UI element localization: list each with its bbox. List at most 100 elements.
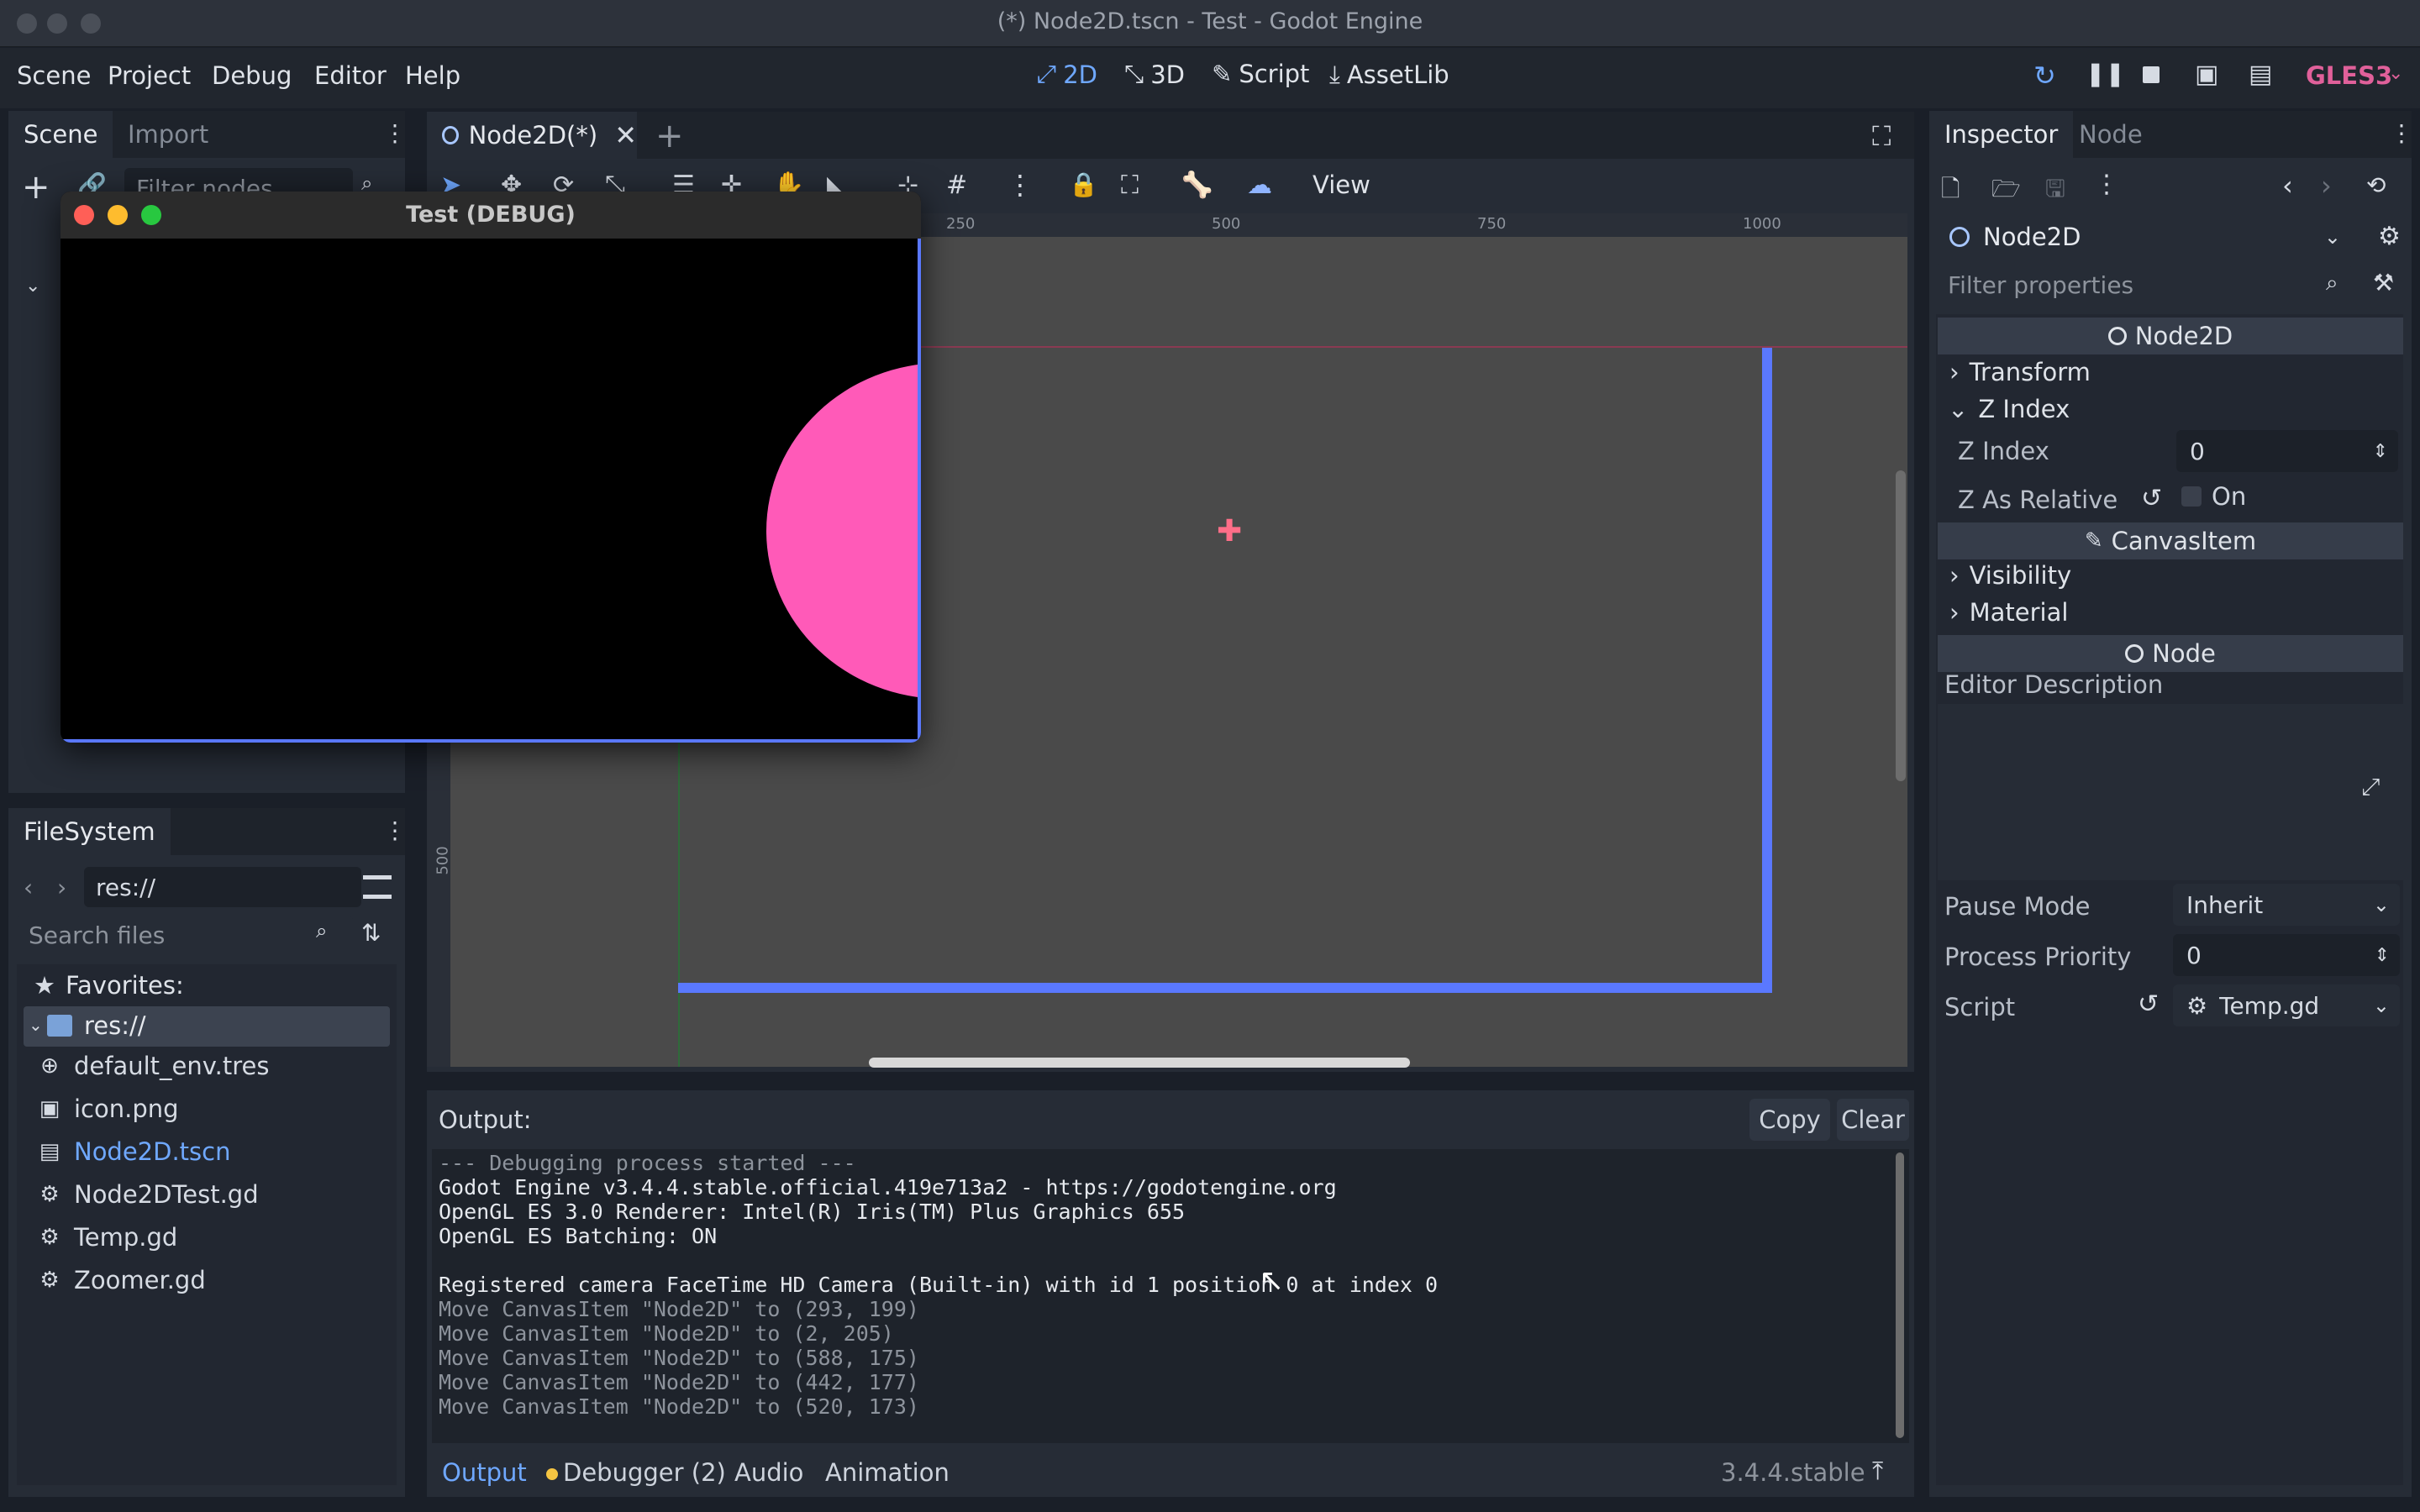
open-folder-icon[interactable]: 🗁 — [1991, 171, 2021, 212]
horizontal-scrollbar[interactable] — [869, 1058, 1410, 1068]
tab-import[interactable]: Import — [113, 111, 224, 158]
tab-audio[interactable]: Audio — [734, 1458, 803, 1487]
path-field[interactable]: res:// — [84, 867, 361, 907]
more-vertical-icon[interactable]: ⋮ — [383, 119, 407, 147]
script-select[interactable]: ⚙ Temp.gd ⌄ — [2173, 984, 2400, 1026]
tab-inspector[interactable]: Inspector — [1929, 111, 2074, 158]
visibility-group[interactable]: › Visibility — [1949, 561, 2071, 590]
pause-mode-select[interactable]: Inherit ⌄ — [2173, 884, 2400, 926]
add-tab-icon[interactable]: + — [655, 117, 684, 155]
material-group[interactable]: › Material — [1949, 598, 2068, 627]
file-item[interactable]: ⚙ Temp.gd — [37, 1223, 177, 1252]
mode-2d-button[interactable]: ⤢ 2D — [1037, 60, 1097, 89]
camera-override-icon[interactable]: ☁ — [1247, 171, 1272, 200]
z-index-spinbox[interactable]: 0 ⇕ — [2176, 430, 2398, 472]
pause-icon[interactable]: ❚❚ — [2086, 60, 2125, 87]
tab-filesystem[interactable]: FileSystem — [8, 808, 171, 855]
z-index-group[interactable]: ⌄ Z Index — [1948, 395, 2070, 423]
mode-script-button[interactable]: ✎ Script — [1212, 60, 1309, 88]
menu-editor[interactable]: Editor — [314, 61, 387, 90]
editor-description-textarea[interactable] — [1938, 704, 2344, 880]
tools-icon[interactable]: ⚒ — [2373, 269, 2394, 297]
menu-project[interactable]: Project — [108, 61, 191, 90]
more-vertical-icon[interactable]: ⋮ — [383, 816, 407, 844]
file-item[interactable]: ▣ icon.png — [37, 1095, 179, 1123]
search-files-input[interactable]: Search files — [17, 916, 353, 954]
copy-button[interactable]: Copy — [1749, 1099, 1830, 1141]
mode-assetlib-button[interactable]: ⤓ AssetLib — [1329, 60, 1449, 89]
file-item[interactable]: ▤ Node2D.tscn — [37, 1137, 231, 1166]
expand-icon[interactable]: ⤢ — [2361, 773, 2380, 801]
expand-panel-icon[interactable]: ⤒ — [1872, 1457, 1883, 1486]
root-folder-item[interactable]: ⌄ res:// — [24, 1006, 390, 1047]
log-scrollbar[interactable] — [1896, 1152, 1904, 1438]
file-item[interactable]: ⊕ default_env.tres — [37, 1052, 269, 1080]
warning-dot-icon — [546, 1468, 558, 1480]
menu-help[interactable]: Help — [405, 61, 460, 90]
log-line: Move CanvasItem "Node2D" to (442, 177) — [439, 1370, 919, 1394]
revert-icon[interactable]: ↺ — [2138, 990, 2159, 1019]
fullscreen-icon[interactable]: ⛶ — [1872, 120, 1891, 153]
more-vertical-icon[interactable]: ⋮ — [2094, 170, 2119, 199]
grid-snap-icon[interactable]: # — [946, 171, 967, 200]
node-selector[interactable]: Node2D ⌄ — [1936, 215, 2353, 259]
sort-icon[interactable]: ⇅ — [361, 919, 381, 947]
bone-icon[interactable]: 🦴 — [1181, 171, 1213, 200]
back-icon[interactable]: ‹ — [24, 874, 33, 901]
log-line: Registered camera FaceTime HD Camera (Bu… — [439, 1273, 1439, 1297]
tab-animation[interactable]: Animation — [825, 1458, 950, 1487]
gear-icon: ⚙ — [39, 1225, 60, 1250]
renderer-select[interactable]: GLES3 — [2306, 61, 2392, 90]
spinner-icon: ⇕ — [2374, 944, 2390, 966]
tab-scene[interactable]: Scene — [8, 111, 113, 158]
history-forward-icon[interactable]: › — [2321, 170, 2332, 202]
file-item[interactable]: ⚙ Node2DTest.gd — [37, 1180, 258, 1209]
history-icon[interactable]: ⟲ — [2366, 171, 2386, 199]
file-item[interactable]: ⚙ Zoomer.gd — [37, 1266, 205, 1294]
node2d-icon — [1949, 227, 1970, 247]
node-origin-icon[interactable]: ✚ — [1217, 514, 1242, 549]
forward-icon[interactable]: › — [57, 874, 66, 901]
tab-node2d-scene[interactable]: Node2D(*) ✕ — [427, 112, 637, 159]
more-vertical-icon[interactable]: ⋮ — [2390, 119, 2413, 147]
process-priority-spinbox[interactable]: 0 ⇕ — [2173, 934, 2400, 976]
new-resource-icon[interactable]: 🗋 — [1941, 171, 1960, 212]
more-vertical-icon[interactable]: ⋮ — [1007, 169, 1034, 201]
add-node-icon[interactable]: + — [22, 168, 50, 207]
favorites-item[interactable]: ★ Favorites: — [34, 971, 184, 1000]
checkbox-icon — [2181, 486, 2202, 507]
toggle-split-icon[interactable] — [363, 875, 392, 899]
transform-group[interactable]: › Transform — [1949, 358, 2091, 386]
view-menu[interactable]: View — [1313, 171, 1370, 199]
folder-icon — [47, 1015, 72, 1037]
revert-icon[interactable]: ↺ — [2141, 484, 2162, 513]
save-icon[interactable]: 🖫 — [2045, 171, 2065, 212]
tab-node[interactable]: Node — [2064, 111, 2158, 158]
play-scene-icon[interactable]: ▣ — [2195, 60, 2218, 89]
clear-button[interactable]: Clear — [1837, 1099, 1909, 1141]
tab-debugger[interactable]: Debugger (2) — [563, 1458, 726, 1487]
stop-icon[interactable] — [2143, 66, 2160, 83]
history-back-icon[interactable]: ‹ — [2282, 170, 2293, 202]
chevron-down-icon[interactable]: ⌄ — [25, 276, 40, 297]
chevron-down-icon[interactable]: ⌄ — [2388, 63, 2403, 84]
reload-icon[interactable]: ↻ — [2033, 60, 2056, 92]
menu-scene[interactable]: Scene — [17, 61, 91, 90]
close-icon[interactable]: ✕ — [614, 119, 637, 151]
z-as-relative-checkbox[interactable]: On — [2181, 482, 2246, 511]
object-properties-icon[interactable]: ⚙ — [2378, 222, 2401, 251]
search-icon: ⌕ — [2326, 270, 2338, 296]
debug-game-window[interactable]: Test (DEBUG) — [60, 192, 921, 743]
lock-icon[interactable]: 🔒 — [1069, 171, 1098, 198]
mode-3d-button[interactable]: ⤡ 3D — [1124, 60, 1185, 89]
group-icon[interactable]: ⛶ — [1121, 171, 1139, 200]
filter-properties-input[interactable]: Filter properties — [1936, 264, 2351, 306]
vertical-scrollbar[interactable] — [1896, 470, 1906, 781]
output-log[interactable]: --- Debugging process started --- Godot E… — [432, 1149, 1909, 1443]
play-custom-scene-icon[interactable]: ▤ — [2249, 60, 2272, 89]
tab-output[interactable]: Output — [442, 1458, 527, 1487]
menu-debug[interactable]: Debug — [212, 61, 292, 90]
node-icon — [2125, 644, 2144, 663]
window-edge — [918, 239, 921, 743]
